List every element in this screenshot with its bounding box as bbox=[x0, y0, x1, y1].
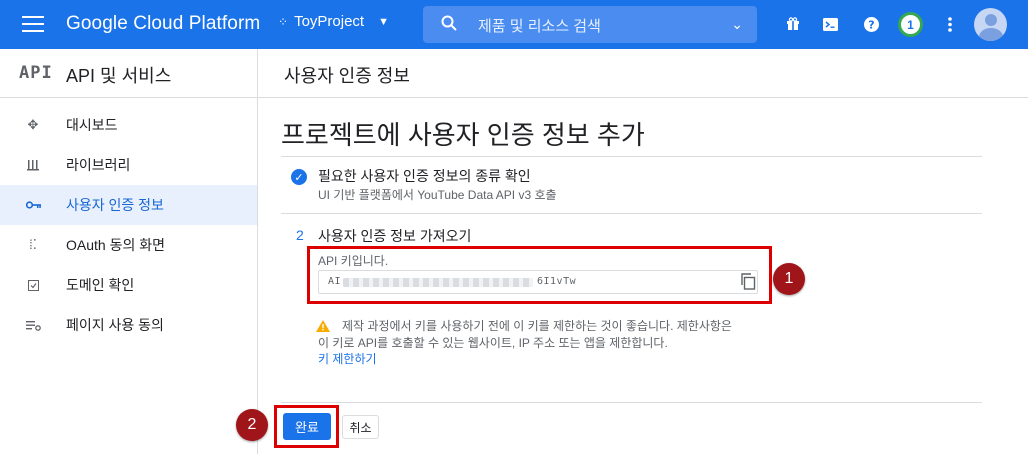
sidebar-title: API 및 서비스 bbox=[66, 66, 172, 86]
divider bbox=[281, 402, 982, 403]
search-input[interactable]: 제품 및 리소스 검색 bbox=[478, 15, 601, 36]
sidebar-item-label: 대시보드 bbox=[66, 117, 118, 133]
warning-text: 제작 과정에서 키를 사용하기 전에 이 키를 제한하는 것이 좋습니다. 제한… bbox=[342, 319, 732, 333]
chevron-down-icon: ▼ bbox=[378, 15, 389, 28]
top-app-bar: Google Cloud Platform ⁘ ToyProject ▼ 제품 … bbox=[0, 0, 1028, 49]
menu-icon[interactable] bbox=[22, 16, 44, 33]
project-dots-icon: ⁘ bbox=[278, 14, 289, 29]
search-icon bbox=[441, 15, 457, 31]
sidebar-item-label: 페이지 사용 동의 bbox=[66, 317, 164, 333]
sidebar-item-label: 도메인 확인 bbox=[66, 277, 135, 293]
api-logo: API bbox=[19, 63, 53, 83]
sidebar: ✥ 대시보드 라이브러리 사용자 인증 정보 ⁞⁚ OAuth 동의 화면 도메… bbox=[0, 98, 258, 454]
gift-icon[interactable] bbox=[782, 13, 804, 35]
project-selector[interactable]: ⁘ ToyProject ▼ bbox=[278, 13, 389, 30]
page-consent-icon bbox=[25, 317, 41, 333]
divider bbox=[281, 156, 982, 157]
notification-badge[interactable]: 1 bbox=[898, 12, 923, 37]
sidebar-item-dashboard[interactable]: ✥ 대시보드 bbox=[0, 105, 257, 145]
cancel-button[interactable]: 취소 bbox=[342, 415, 379, 439]
terminal-icon[interactable] bbox=[819, 13, 841, 35]
svg-text:?: ? bbox=[868, 18, 874, 31]
sidebar-item-label: 사용자 인증 정보 bbox=[66, 197, 164, 213]
api-key-redacted bbox=[343, 278, 533, 287]
dashboard-icon: ✥ bbox=[27, 117, 39, 132]
warning-text-line2: 이 키로 API를 호출할 수 있는 웹사이트, IP 주소 또는 앱을 제한합… bbox=[318, 336, 668, 350]
main-header: 사용자 인증 정보 bbox=[258, 49, 1028, 98]
key-icon bbox=[25, 197, 41, 213]
check-circle-icon: ✓ bbox=[291, 169, 307, 185]
done-button[interactable]: 완료 bbox=[283, 413, 331, 440]
sidebar-item-page-consent[interactable]: 페이지 사용 동의 bbox=[0, 305, 257, 345]
sidebar-item-domain[interactable]: 도메인 확인 bbox=[0, 265, 257, 305]
domain-check-icon bbox=[25, 277, 41, 293]
help-icon[interactable]: ? bbox=[860, 13, 882, 35]
library-icon bbox=[25, 157, 41, 173]
oauth-icon: ⁞⁚ bbox=[29, 237, 37, 252]
api-key-field[interactable]: AI 6I1vTw bbox=[318, 270, 758, 294]
copy-icon[interactable] bbox=[740, 273, 756, 290]
sidebar-item-label: 라이브러리 bbox=[66, 157, 131, 173]
step1-subtitle: UI 기반 플랫폼에서 YouTube Data API v3 호출 bbox=[318, 188, 557, 202]
step2-title: 사용자 인증 정보 가져오기 bbox=[318, 228, 472, 244]
warning-icon bbox=[316, 320, 330, 332]
api-key-prefix: AI bbox=[328, 276, 342, 287]
sidebar-item-library[interactable]: 라이브러리 bbox=[0, 145, 257, 185]
step1-title: 필요한 사용자 인증 정보의 종류 확인 bbox=[318, 168, 531, 184]
search-bar[interactable]: 제품 및 리소스 검색 ⌄ bbox=[423, 6, 757, 43]
sidebar-item-label: OAuth 동의 화면 bbox=[66, 237, 165, 253]
more-icon[interactable] bbox=[939, 13, 961, 35]
api-key-label: API 키입니다. bbox=[318, 254, 389, 268]
sidebar-item-credentials[interactable]: 사용자 인증 정보 bbox=[0, 185, 257, 225]
divider bbox=[281, 213, 982, 214]
restrict-key-link[interactable]: 키 제한하기 bbox=[318, 350, 377, 367]
brand-title[interactable]: Google Cloud Platform bbox=[66, 13, 260, 35]
sidebar-item-oauth[interactable]: ⁞⁚ OAuth 동의 화면 bbox=[0, 225, 257, 265]
breadcrumb: 사용자 인증 정보 bbox=[284, 66, 410, 86]
chevron-down-icon[interactable]: ⌄ bbox=[731, 16, 743, 33]
project-name: ToyProject bbox=[294, 13, 365, 30]
sidebar-header: API API 및 서비스 bbox=[0, 49, 258, 98]
annotation-badge-2: 2 bbox=[236, 409, 268, 441]
annotation-badge-1: 1 bbox=[773, 263, 805, 295]
page-title: 프로젝트에 사용자 인증 정보 추가 bbox=[281, 120, 645, 150]
api-key-suffix: 6I1vTw bbox=[537, 276, 577, 287]
step2-number: 2 bbox=[296, 227, 304, 243]
avatar[interactable] bbox=[974, 8, 1007, 41]
